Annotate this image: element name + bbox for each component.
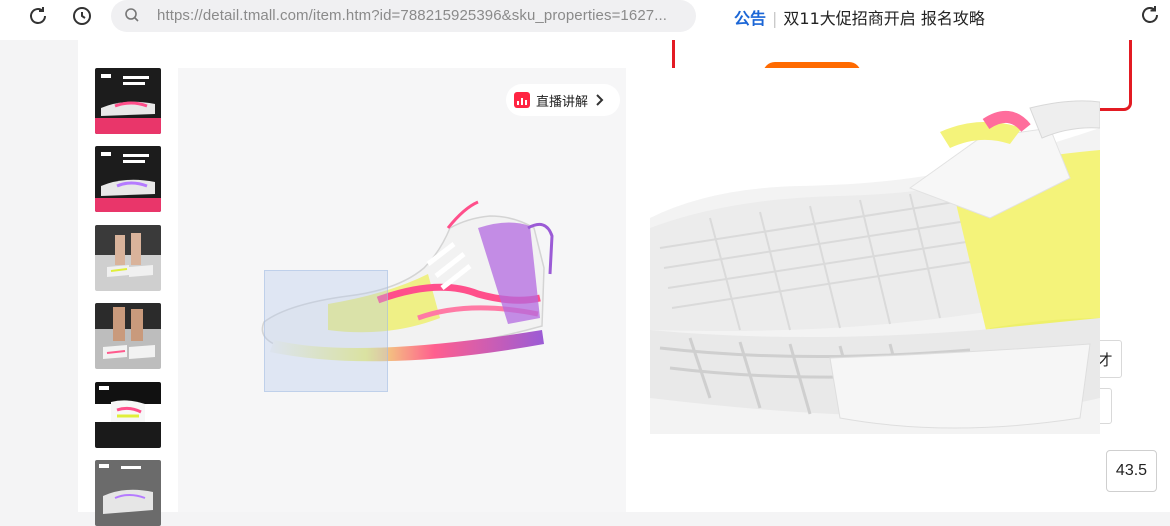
divider: | (772, 9, 778, 28)
url-text[interactable]: https://detail.tmall.com/item.htm?id=788… (157, 7, 667, 24)
thumbnail-3[interactable] (95, 225, 161, 291)
history-icon[interactable] (70, 4, 94, 28)
address-bar[interactable]: https://detail.tmall.com/item.htm?id=788… (111, 0, 696, 32)
live-explain-button[interactable]: 直播讲解 (506, 84, 621, 116)
announcement[interactable]: 公告 | 双11大促招商开启 报名攻略 (734, 5, 985, 29)
thumbnail-2[interactable] (95, 146, 161, 212)
live-explain-label: 直播讲解 (536, 94, 589, 110)
search-icon (123, 6, 141, 24)
main-product-image[interactable] (178, 68, 626, 512)
chevron-right-icon (596, 94, 604, 106)
magnifier-lens[interactable] (264, 270, 388, 392)
announcement-tag: 公告 (734, 9, 767, 28)
thumbnail-6[interactable] (95, 460, 161, 526)
thumbnail-1[interactable] (95, 68, 161, 134)
zoom-preview (650, 68, 1100, 434)
live-icon (514, 92, 530, 108)
reload-icon[interactable] (26, 4, 50, 28)
thumbnail-4[interactable] (95, 303, 161, 369)
size-value: 43.5 (1115, 462, 1148, 479)
refresh-icon[interactable] (1139, 4, 1161, 26)
thumbnail-5[interactable] (95, 382, 161, 448)
size-option[interactable]: 43.5 (1106, 450, 1157, 492)
announcement-message[interactable]: 双11大促招商开启 报名攻略 (783, 9, 984, 28)
browser-toolbar: https://detail.tmall.com/item.htm?id=788… (0, 0, 1170, 40)
